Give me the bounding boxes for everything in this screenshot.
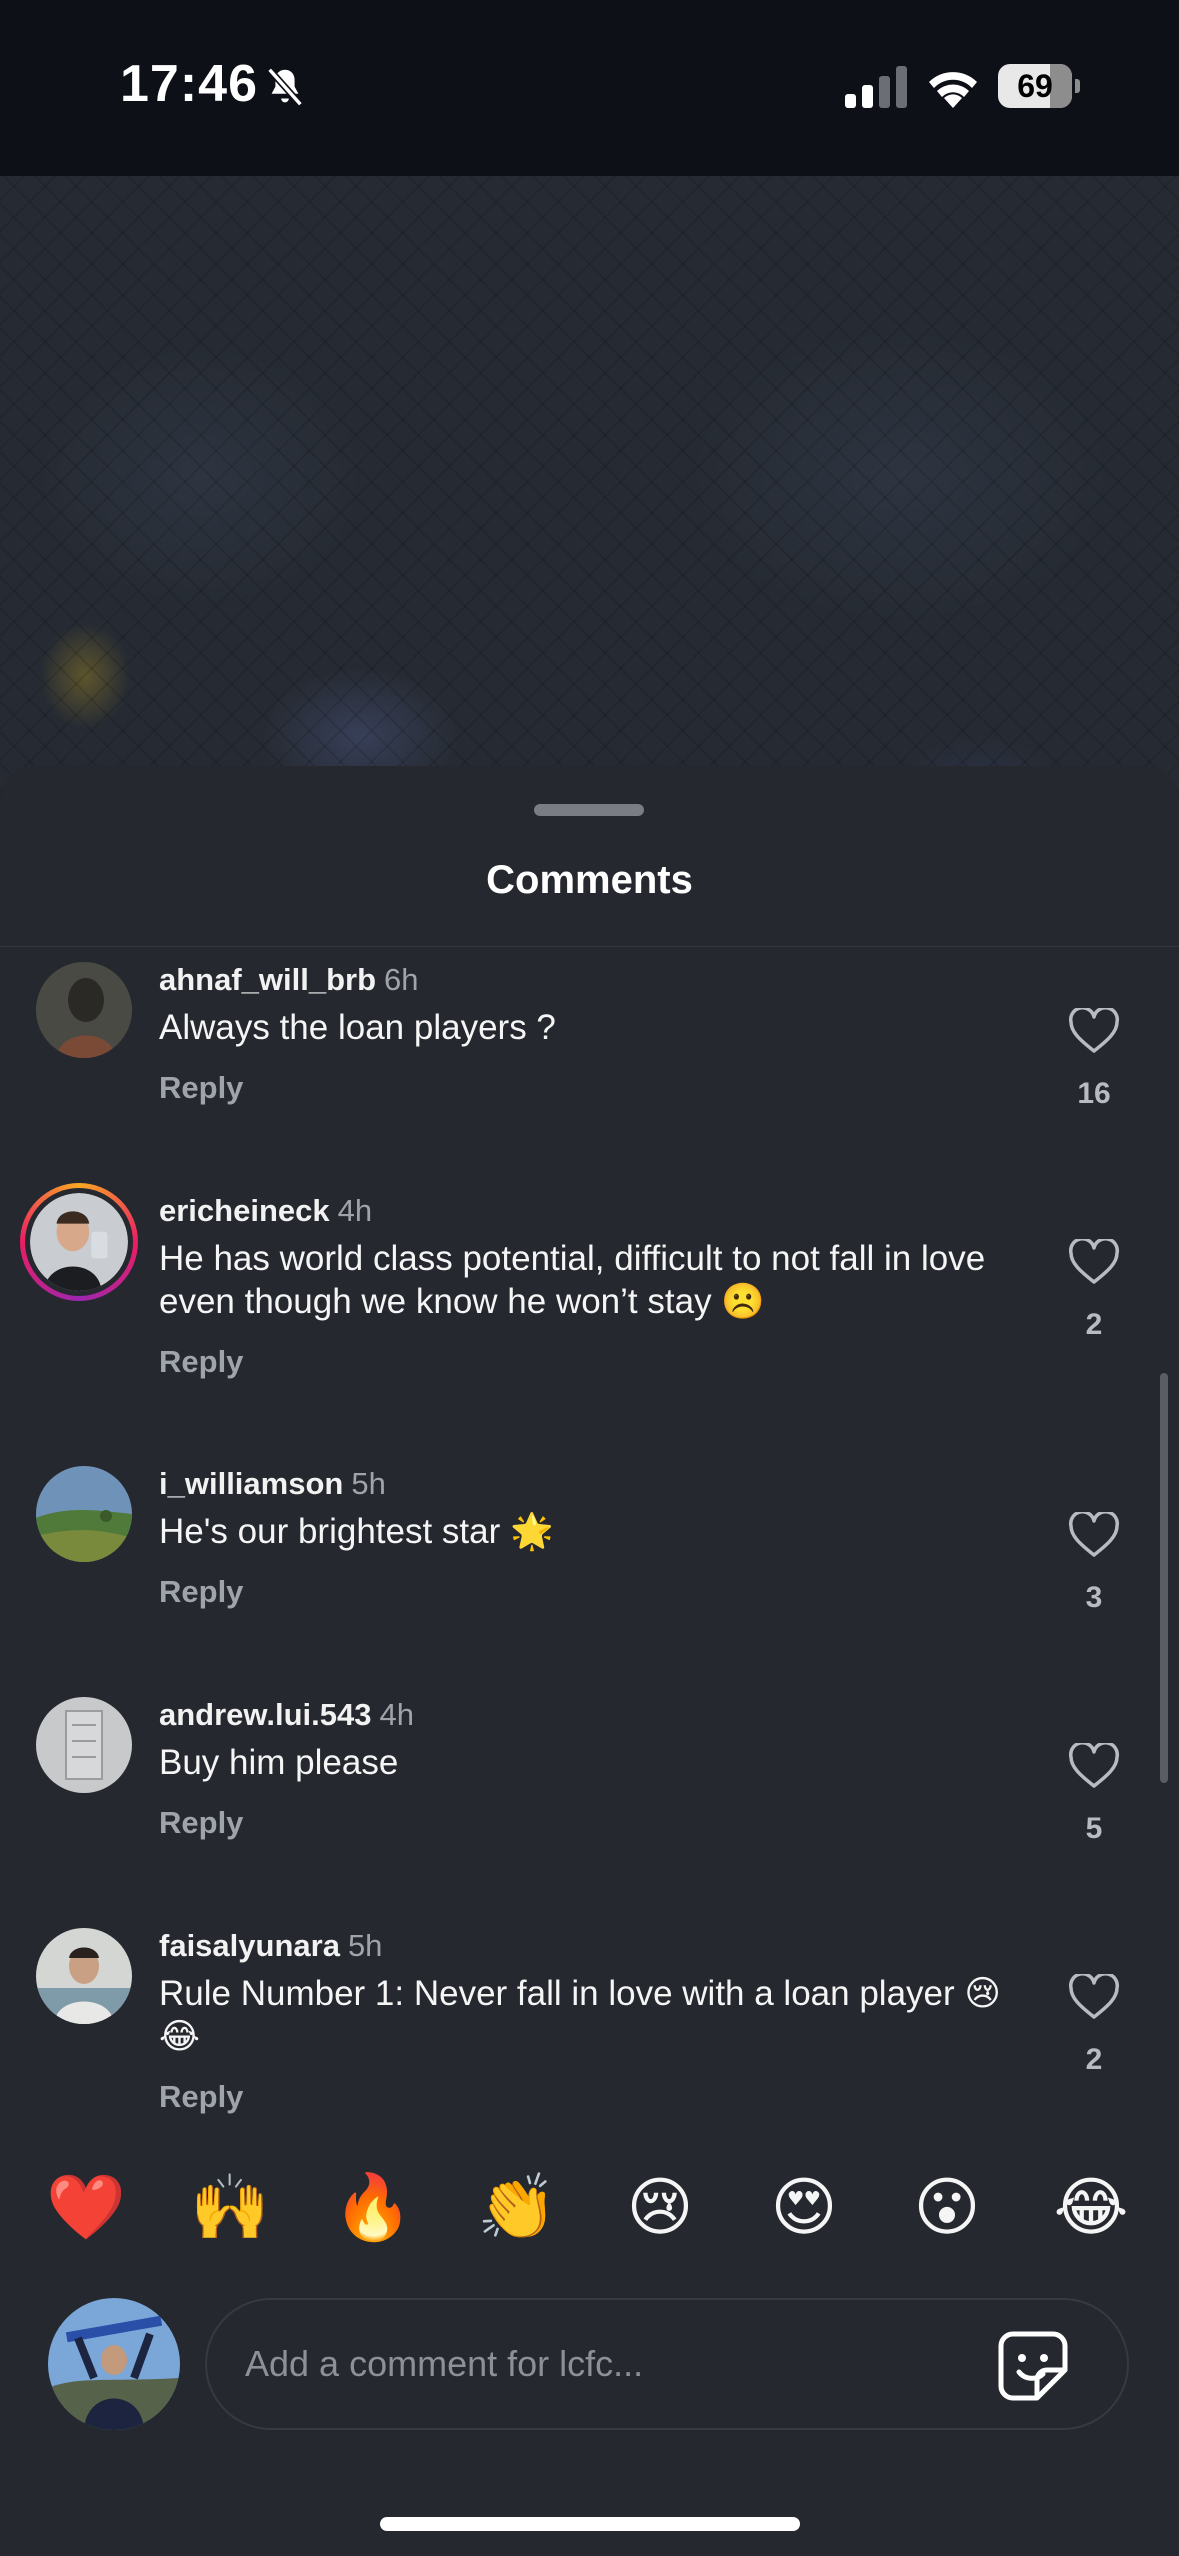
like-count: 5 [1085,1812,1103,1845]
avatar[interactable] [36,1466,132,1562]
heart-outline-icon [1068,1741,1120,1788]
battery-level: 69 [1017,68,1053,104]
comment-username[interactable]: ericheineck [159,1193,330,1228]
comment-username[interactable]: ahnaf_will_brb [159,962,376,997]
reply-button[interactable]: Reply [159,2079,243,2115]
like-button[interactable]: 2 [1064,1237,1124,1342]
reply-button[interactable]: Reply [159,1805,243,1841]
comment-text: Always the loan players ? [159,1008,556,1047]
comments-sheet: Comments ahnaf_will_brb 6h Always the loa… [0,766,1179,2556]
comment-username[interactable]: faisalyunara [159,1928,340,1963]
like-button[interactable]: 16 [1064,1006,1124,1111]
bell-slash-icon [267,67,303,107]
wifi-icon [929,72,977,108]
heart-outline-icon [1068,1006,1120,1053]
sheet-title: Comments [486,858,693,902]
avatar[interactable] [20,1183,138,1301]
comment-text: He's our brightest star 🌟 [159,1512,554,1551]
comment-time: 6h [384,962,419,997]
video-background[interactable] [0,176,1179,796]
comment-username[interactable]: i_williamson [159,1466,343,1501]
like-button[interactable]: 3 [1064,1510,1124,1615]
divider [0,946,1179,947]
sheet-grabber[interactable] [534,804,644,816]
comment-time: 4h [337,1193,373,1228]
emoji-reaction-bar: ❤️ 🙌 🔥 👏 😢 😍 😮 😂 [0,2164,1179,2254]
avatar[interactable] [36,1697,132,1793]
heart-outline-icon [1068,1972,1120,2019]
like-count: 2 [1085,1308,1103,1341]
comment-time: 5h [351,1466,386,1501]
comment-username[interactable]: andrew.lui.543 [159,1697,372,1732]
battery-indicator: 69 [998,64,1080,108]
cellular-signal-icon [845,66,907,108]
reaction-heart[interactable]: ❤️ [42,2164,130,2252]
avatar[interactable] [36,1928,132,2024]
like-count: 16 [1077,1077,1111,1110]
comment-input-box[interactable] [205,2298,1129,2430]
status-bar: 17:46 69 [0,0,1179,176]
like-button[interactable]: 5 [1064,1741,1124,1846]
avatar[interactable] [36,962,132,1058]
reaction-crying[interactable]: 😢 [616,2164,704,2252]
reply-button[interactable]: Reply [159,1574,243,1610]
like-count: 3 [1085,1581,1103,1614]
comment-text: Rule Number 1: Never fall in love with a… [159,1974,1001,2056]
like-count: 2 [1085,2043,1103,2076]
sticker-icon[interactable] [997,2330,1069,2402]
like-button[interactable]: 2 [1064,1972,1124,2077]
home-indicator[interactable] [380,2517,800,2531]
comment-time: 5h [347,1928,383,1963]
comment-text: He has world class potential, difficult … [159,1239,986,1321]
reaction-fire[interactable]: 🔥 [329,2164,417,2252]
reply-button[interactable]: Reply [159,1070,243,1106]
comment-input[interactable] [245,2300,985,2428]
reaction-laughing[interactable]: 😂 [1047,2164,1135,2252]
heart-outline-icon [1068,1510,1120,1557]
my-avatar[interactable] [48,2298,180,2430]
reply-button[interactable]: Reply [159,1344,243,1380]
status-time: 17:46 [120,55,258,113]
reaction-heart-eyes[interactable]: 😍 [760,2164,848,2252]
reaction-raised-hands[interactable]: 🙌 [186,2164,274,2252]
comment-text: Buy him please [159,1743,399,1782]
reaction-clap[interactable]: 👏 [473,2164,561,2252]
heart-outline-icon [1068,1237,1120,1284]
scrollbar[interactable] [1160,1373,1168,1783]
reaction-surprised[interactable]: 😮 [903,2164,991,2252]
comment-time: 4h [379,1697,414,1732]
